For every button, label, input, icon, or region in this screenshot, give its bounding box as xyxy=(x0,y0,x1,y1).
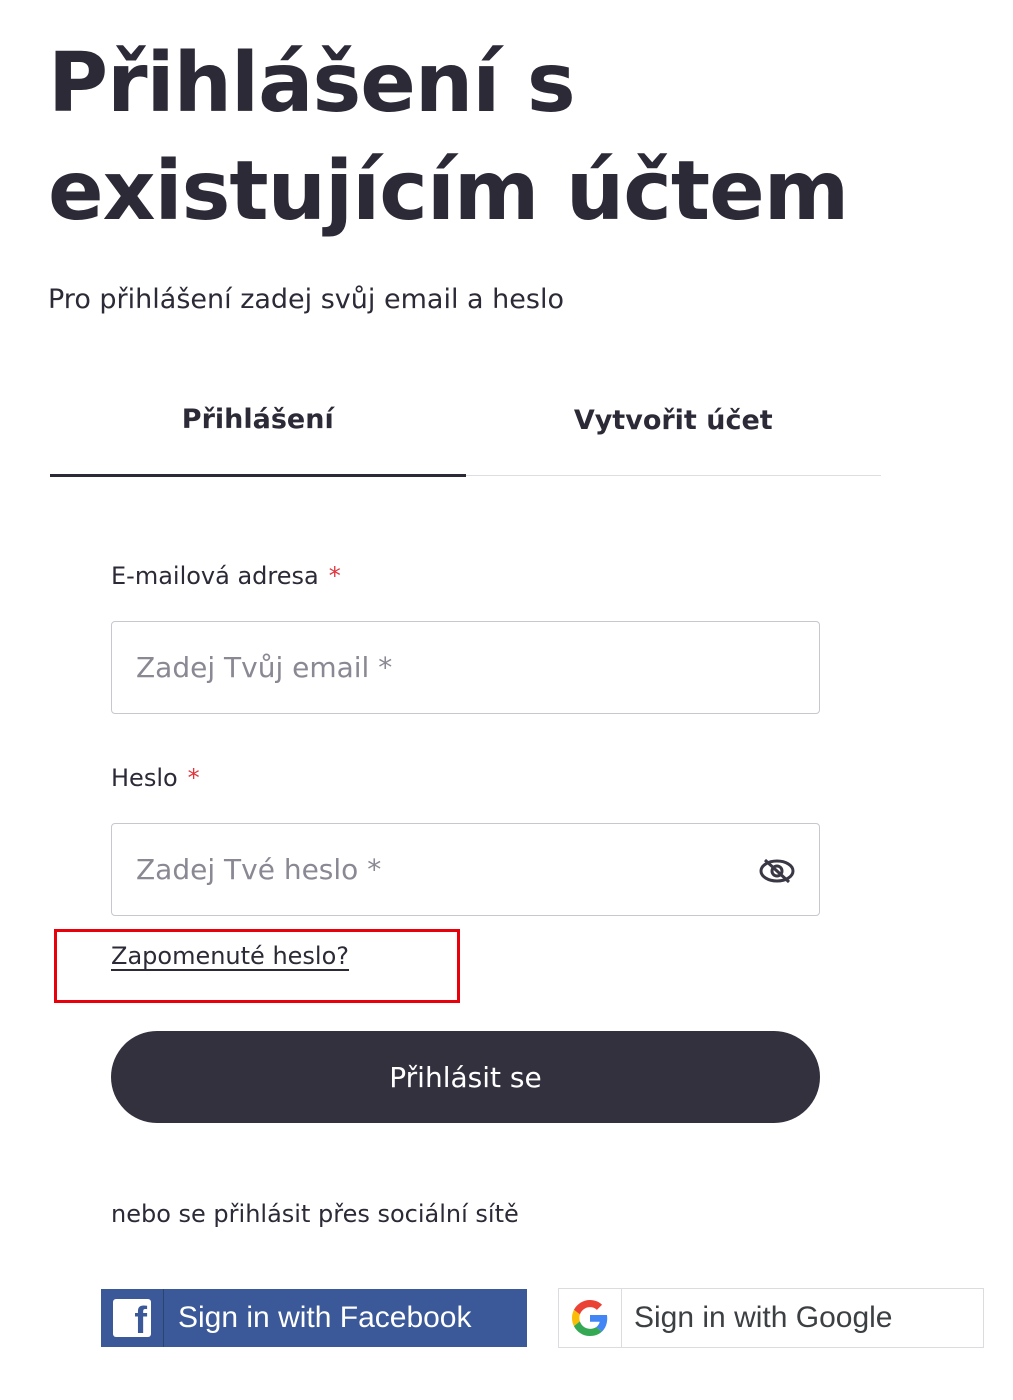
password-label-text: Heslo xyxy=(111,764,178,792)
tab-create-account[interactable]: Vytvořit účet xyxy=(466,378,882,475)
password-required-mark: * xyxy=(187,764,200,792)
password-label: Heslo * xyxy=(111,762,200,794)
eye-off-icon[interactable] xyxy=(757,856,797,886)
social-login-text: nebo se přihlásit přes sociální sítě xyxy=(111,1200,519,1228)
facebook-signin-label: Sign in with Facebook xyxy=(178,1301,472,1334)
password-field[interactable] xyxy=(112,824,819,915)
email-field-container xyxy=(111,621,820,714)
email-field[interactable] xyxy=(112,622,819,713)
page-title: Přihlášení s existujícím účtem xyxy=(48,36,849,239)
google-icon-wrap xyxy=(559,1289,622,1347)
tab-login[interactable]: Přihlášení xyxy=(50,378,466,477)
facebook-icon-wrap: f xyxy=(101,1289,164,1347)
google-signin-label: Sign in with Google xyxy=(634,1301,893,1334)
page-subtitle: Pro přihlášení zadej svůj email a heslo xyxy=(48,284,564,315)
email-label-text: E-mailová adresa xyxy=(111,562,319,590)
facebook-icon: f xyxy=(113,1299,151,1340)
login-button[interactable]: Přihlásit se xyxy=(111,1031,820,1123)
password-field-container xyxy=(111,823,820,916)
auth-tabs: Přihlášení Vytvořit účet xyxy=(50,378,882,477)
google-icon xyxy=(572,1300,608,1336)
email-required-mark: * xyxy=(328,562,341,590)
forgot-password-link[interactable]: Zapomenuté heslo? xyxy=(111,942,349,970)
google-signin-button[interactable]: Sign in with Google xyxy=(558,1288,984,1348)
facebook-signin-button[interactable]: f Sign in with Facebook xyxy=(101,1289,527,1347)
email-label: E-mailová adresa * xyxy=(111,560,341,592)
